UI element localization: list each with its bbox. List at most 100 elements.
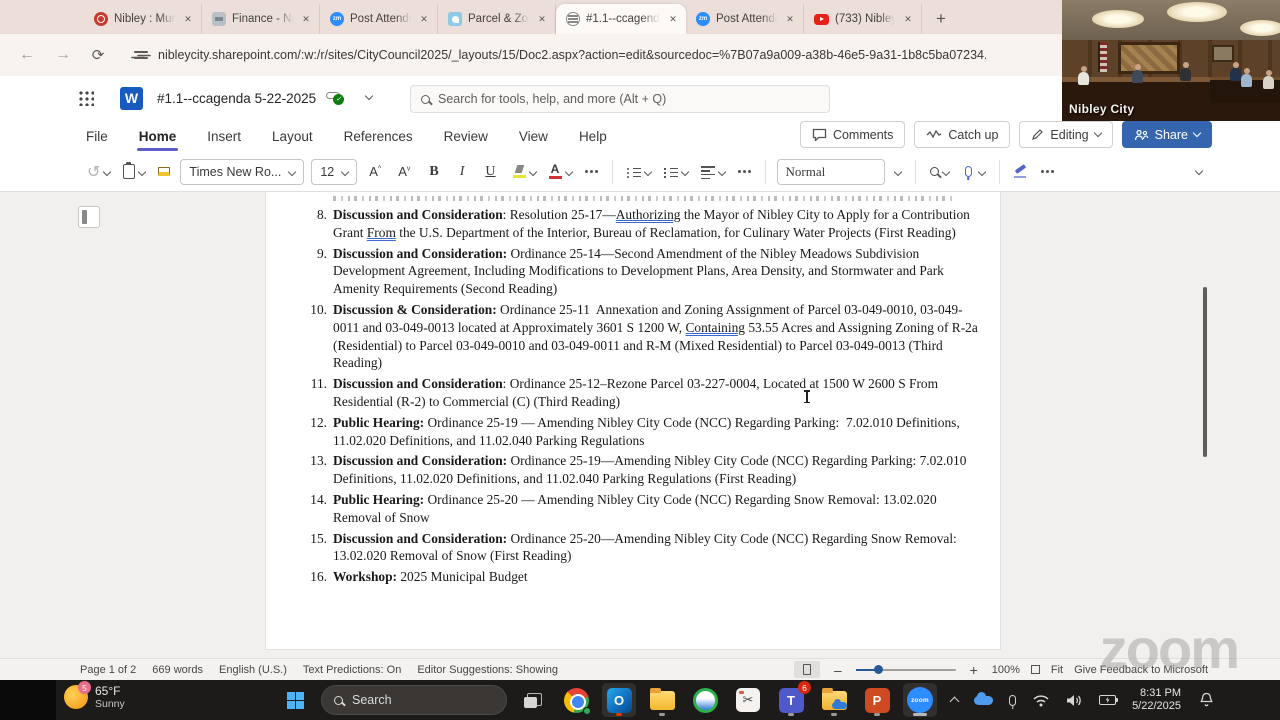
powerpoint-button[interactable]: P [860,683,894,717]
status-item[interactable]: Page 1 of 2 [80,664,136,676]
close-tab-icon[interactable] [783,12,797,26]
close-tab-icon[interactable] [417,12,431,26]
battery-charging-icon[interactable] [1099,695,1119,705]
shrink-font-button[interactable]: Av [393,160,415,183]
numbered-list-button[interactable] [661,162,691,182]
onedrive-folder-button[interactable] [817,683,851,717]
zoom-out-button[interactable]: – [831,662,845,678]
snipping-tool-button[interactable]: ✂ [731,683,765,717]
clock[interactable]: 8:31 PM 5/22/2025 [1132,687,1181,714]
zoom-in-button[interactable]: + [967,662,981,678]
site-settings-icon[interactable] [134,49,148,61]
meeting-video-thumbnail[interactable]: Nibley City [1062,0,1280,121]
menu-view[interactable]: View [517,124,550,149]
editing-mode-button[interactable]: Editing [1019,121,1113,148]
vertical-scrollbar[interactable] [1203,287,1207,457]
onedrive-cloud-icon[interactable] [974,691,994,705]
catch-up-button[interactable]: Catch up [914,121,1011,148]
back-icon[interactable]: ← [14,46,40,64]
fit-button[interactable]: Fit [1051,664,1063,676]
close-tab-icon[interactable] [901,12,915,26]
file-explorer-button[interactable] [645,683,679,717]
microphone-icon[interactable] [1009,694,1017,706]
styles-chevron-button[interactable] [892,165,904,179]
menu-home[interactable]: Home [136,124,179,151]
address-bar[interactable]: nibleycity.sharepoint.com/:w:/r/sites/Ci… [120,40,1000,70]
url-text[interactable]: nibleycity.sharepoint.com/:w:/r/sites/Ci… [158,48,986,62]
more-paragraph-options-button[interactable] [735,166,754,177]
zoom-app-button[interactable]: zoom [903,683,937,717]
zoom-slider-thumb[interactable] [873,665,883,674]
weather-widget[interactable]: 5 65°F Sunny [64,681,125,710]
new-tab-button[interactable]: + [928,6,954,32]
highlight-button[interactable] [510,161,539,182]
word-logo-icon[interactable]: W [120,86,143,110]
volume-icon[interactable] [1066,694,1083,707]
ribbon-collapse-icon[interactable] [1194,166,1204,176]
editor-button[interactable] [1011,161,1031,183]
browser-tab[interactable]: zm Post Attendee [686,4,804,34]
close-tab-icon[interactable] [181,12,195,26]
italic-button[interactable]: I [453,160,472,184]
dictate-button[interactable] [959,162,988,181]
paste-button[interactable] [120,160,148,183]
font-size-select[interactable]: 12 [311,158,358,185]
browser-tab[interactable]: (733) Nibley C [804,4,922,34]
menu-layout[interactable]: Layout [270,124,315,149]
task-view-button[interactable] [516,683,550,717]
menu-help[interactable]: Help [577,124,609,149]
alignment-button[interactable] [698,160,728,184]
menu-review[interactable]: Review [442,124,490,149]
browser-tab[interactable]: zm Post Attendee [320,4,438,34]
zoom-level[interactable]: 100% [992,664,1020,676]
close-tab-icon[interactable] [535,12,549,26]
status-item[interactable]: 669 words [152,664,203,676]
page-view-button[interactable] [793,661,820,678]
browser-tab[interactable]: Finance - Nibl [202,4,320,34]
reload-icon[interactable]: ⟳ [86,46,110,64]
status-item[interactable]: Editor Suggestions: Showing [417,664,558,676]
bold-button[interactable]: B [422,160,445,184]
font-color-button[interactable]: A [546,160,575,184]
bullet-list-button[interactable] [624,162,654,182]
menu-references[interactable]: References [342,124,415,149]
outlook-button[interactable]: O [602,683,636,717]
word-search-box[interactable]: Search for tools, help, and more (Alt + … [410,85,830,113]
find-button[interactable] [927,163,952,180]
forward-icon[interactable]: → [50,46,76,64]
grow-font-button[interactable]: A^ [364,160,386,183]
browser-tab[interactable]: Parcel & Zonin [438,4,556,34]
wifi-icon[interactable] [1032,694,1050,707]
status-item[interactable]: English (U.S.) [219,664,287,676]
app-launcher-icon[interactable] [79,90,94,106]
menu-insert[interactable]: Insert [205,124,243,149]
notification-bell-icon[interactable] [1199,692,1214,708]
status-item[interactable]: Text Predictions: On [303,664,401,676]
browser-tab[interactable]: Nibley : Munic [84,4,202,34]
more-ribbon-options-button[interactable] [1038,166,1057,177]
zoom-slider[interactable] [855,665,956,674]
saved-to-cloud-icon[interactable]: ✓ [326,91,345,105]
start-button[interactable] [278,683,312,717]
document-title[interactable]: #1.1--ccagenda 5-22-2025 [157,91,316,106]
more-font-options-button[interactable] [582,166,601,177]
share-button[interactable]: Share [1121,121,1212,148]
green-app-button[interactable] [688,683,722,717]
undo-button[interactable]: ↺ [84,158,113,186]
menu-file[interactable]: File [84,124,110,149]
navigation-pane-toggle[interactable] [78,206,100,228]
browser-tab[interactable]: #1.1--ccagend [556,4,686,34]
comments-button[interactable]: Comments [799,121,906,148]
tray-expand-icon[interactable] [949,696,960,707]
underline-button[interactable]: U [478,160,502,184]
close-tab-icon[interactable] [666,12,680,26]
format-painter-button[interactable] [155,163,173,180]
taskbar-search[interactable]: Search [321,685,507,715]
teams-button[interactable]: T6 [774,681,811,717]
style-select[interactable]: Normal [776,158,885,185]
title-chevron-icon[interactable] [364,91,374,101]
font-name-select[interactable]: Times New Ro... [180,158,305,185]
chrome-button[interactable] [559,683,593,717]
close-tab-icon[interactable] [299,12,313,26]
document-page[interactable]: 8. Discussion and Consideration: Resoluti… [265,192,1001,650]
